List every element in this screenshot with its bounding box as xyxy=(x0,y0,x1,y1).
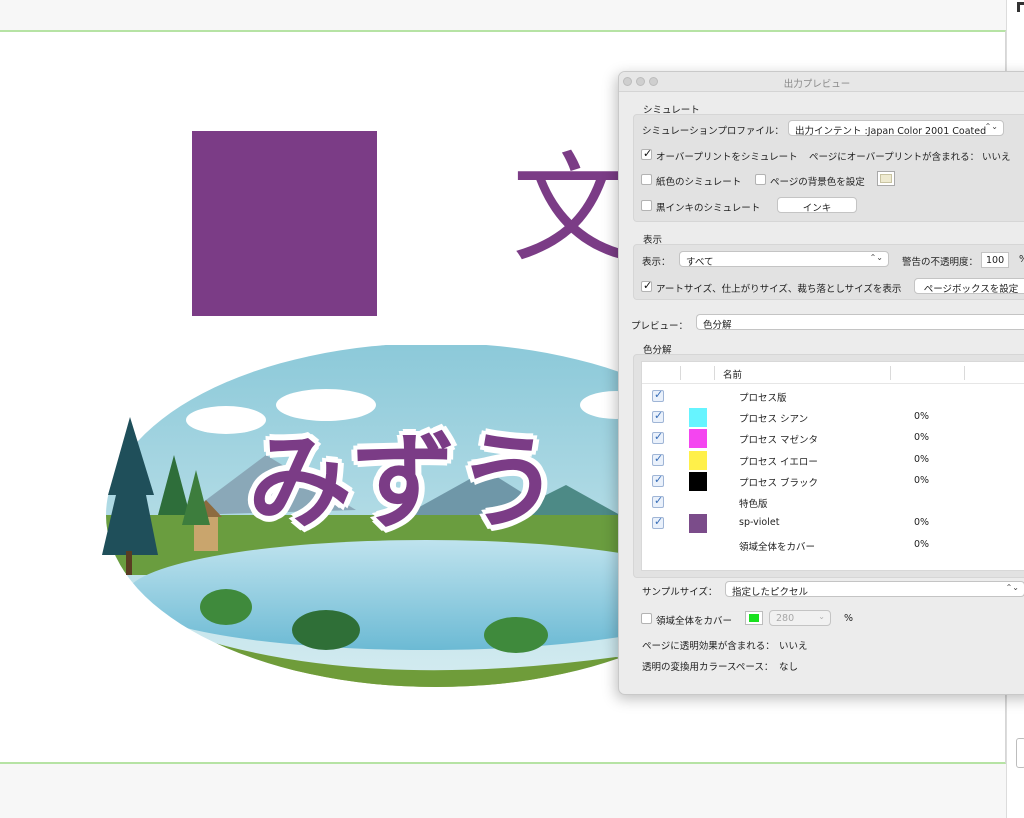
display-show-select[interactable]: すべて ⌃⌄ xyxy=(679,251,889,268)
transparency-value: いいえ xyxy=(779,641,808,652)
separation-name: 特色版 xyxy=(739,499,768,510)
violet-swatch xyxy=(689,514,707,533)
separation-visible-checkbox[interactable] xyxy=(652,430,664,444)
ink-button[interactable]: インキ xyxy=(777,197,857,214)
cyan-swatch xyxy=(689,408,707,427)
warn-opacity-unit: % xyxy=(1019,254,1024,265)
kanji-text-object[interactable]: 文 xyxy=(512,150,630,268)
page-bg-checkbox[interactable] xyxy=(755,174,766,185)
yellow-swatch xyxy=(689,451,707,470)
paper-color-label: 紙色のシミュレート xyxy=(656,177,742,188)
separation-name: sp-violet xyxy=(739,517,780,528)
page-overprint-value: いいえ xyxy=(982,152,1011,163)
separation-name: プロセス ブラック xyxy=(739,478,819,489)
separation-row[interactable]: プロセス イエロー 0% xyxy=(642,450,1024,471)
separation-percent: 0% xyxy=(914,411,930,422)
coverage-percent-select[interactable]: 280 ⌄ xyxy=(769,610,831,626)
separation-visible-checkbox[interactable] xyxy=(652,494,664,508)
separation-percent: 0% xyxy=(914,454,930,465)
separation-percent: 0% xyxy=(914,517,930,528)
blend-space-label: 透明の変換用カラースペース： xyxy=(642,662,774,673)
select-arrows-icon: ⌃⌄ xyxy=(869,253,883,262)
page-bg-color-well[interactable] xyxy=(877,171,895,186)
corner-tool-icon[interactable] xyxy=(1017,2,1024,12)
sample-size-value: 指定したピクセル xyxy=(732,587,809,598)
separation-name: プロセス マゼンタ xyxy=(739,435,819,446)
separation-row[interactable]: 領域全体をカバー 0% xyxy=(642,535,1024,556)
total-coverage-label: 領域全体をカバー xyxy=(656,616,733,627)
separation-visible-checkbox[interactable] xyxy=(652,473,664,487)
sample-size-label: サンプルサイズ： xyxy=(642,587,718,598)
separation-name: プロセス イエロー xyxy=(739,457,818,468)
separation-percent: 0% xyxy=(914,432,930,443)
separation-visible-checkbox[interactable] xyxy=(652,515,664,529)
page-overprint-label: ページにオーバープリントが含まれる： xyxy=(809,152,980,163)
edge-handle[interactable] xyxy=(1016,738,1024,768)
blend-space-value: なし xyxy=(779,662,799,673)
black-ink-label: 黒インキのシミュレート xyxy=(656,203,761,214)
name-column-header: 名前 xyxy=(723,370,743,381)
separation-row[interactable]: プロセス ブラック 0% xyxy=(642,471,1024,492)
separation-name: 領域全体をカバー xyxy=(739,542,816,553)
panel-title: 出力プレビュー xyxy=(783,79,851,90)
coverage-color-well[interactable] xyxy=(745,611,763,625)
warn-opacity-input[interactable]: 100 xyxy=(981,252,1009,268)
preview-value: 色分解 xyxy=(703,320,732,331)
black-ink-checkbox[interactable] xyxy=(641,200,652,211)
page-bg-label: ページの背景色を設定 xyxy=(770,177,865,188)
sample-size-select[interactable]: 指定したピクセル ⌃⌄ xyxy=(725,581,1024,598)
panel-titlebar[interactable]: 出力プレビュー xyxy=(619,72,1024,92)
simulation-profile-select[interactable]: 出力インテント :Japan Color 2001 Coated ⌃⌄ xyxy=(788,120,1004,137)
display-show-value: すべて xyxy=(686,257,714,268)
total-coverage-checkbox[interactable] xyxy=(641,613,652,624)
display-show-label: 表示： xyxy=(642,257,671,268)
separation-name: プロセス シアン xyxy=(739,414,809,425)
transparency-label: ページに透明効果が含まれる： xyxy=(642,641,775,652)
separation-row[interactable]: プロセス版 xyxy=(642,386,1024,407)
separations-table: 名前 プロセス版 プロセス シアン 0% プロセス マゼンタ 0% プロセス イ… xyxy=(641,361,1024,571)
select-arrows-icon: ⌃⌄ xyxy=(984,122,998,131)
output-preview-panel: 出力プレビュー シミュレート シミュレーションプロファイル： 出力インテント :… xyxy=(618,71,1024,695)
simulate-overprint-checkbox[interactable] xyxy=(641,147,652,160)
coverage-percent-unit: % xyxy=(844,613,854,624)
lake-text-object[interactable]: みずう xyxy=(248,430,560,534)
preview-label: プレビュー： xyxy=(631,321,689,332)
magenta-swatch xyxy=(689,429,707,448)
select-arrows-icon: ⌃⌄ xyxy=(1005,583,1019,592)
warn-opacity-label: 警告の不透明度： xyxy=(902,257,979,268)
purple-square-shape[interactable] xyxy=(192,131,377,316)
simulation-profile-value: 出力インテント :Japan Color 2001 Coated xyxy=(795,126,987,137)
page-box-button[interactable]: ページボックスを設定 xyxy=(914,278,1024,295)
simulate-overprint-label: オーバープリントをシミュレート xyxy=(656,152,798,163)
black-swatch xyxy=(689,472,707,491)
separations-header: 名前 xyxy=(642,362,1024,384)
paper-color-checkbox[interactable] xyxy=(641,174,652,185)
separation-percent: 0% xyxy=(914,539,930,550)
separation-row[interactable]: プロセス シアン 0% xyxy=(642,407,1024,428)
separation-row[interactable]: 特色版 xyxy=(642,492,1024,513)
separation-row[interactable]: sp-violet 0% xyxy=(642,513,1024,534)
separation-visible-checkbox[interactable] xyxy=(652,388,664,402)
chevron-down-icon: ⌄ xyxy=(818,612,825,621)
separation-name: プロセス版 xyxy=(739,393,787,404)
art-size-checkbox[interactable] xyxy=(641,279,652,292)
simulation-profile-label: シミュレーションプロファイル： xyxy=(642,126,784,137)
separation-visible-checkbox[interactable] xyxy=(652,409,664,423)
art-size-label: アートサイズ、仕上がりサイズ、裁ち落としサイズを表示 xyxy=(656,284,902,295)
separation-percent: 0% xyxy=(914,475,930,486)
coverage-percent-value: 280 xyxy=(776,613,795,624)
preview-select[interactable]: 色分解 xyxy=(696,314,1024,331)
separation-row[interactable]: プロセス マゼンタ 0% xyxy=(642,428,1024,449)
separation-visible-checkbox[interactable] xyxy=(652,452,664,466)
